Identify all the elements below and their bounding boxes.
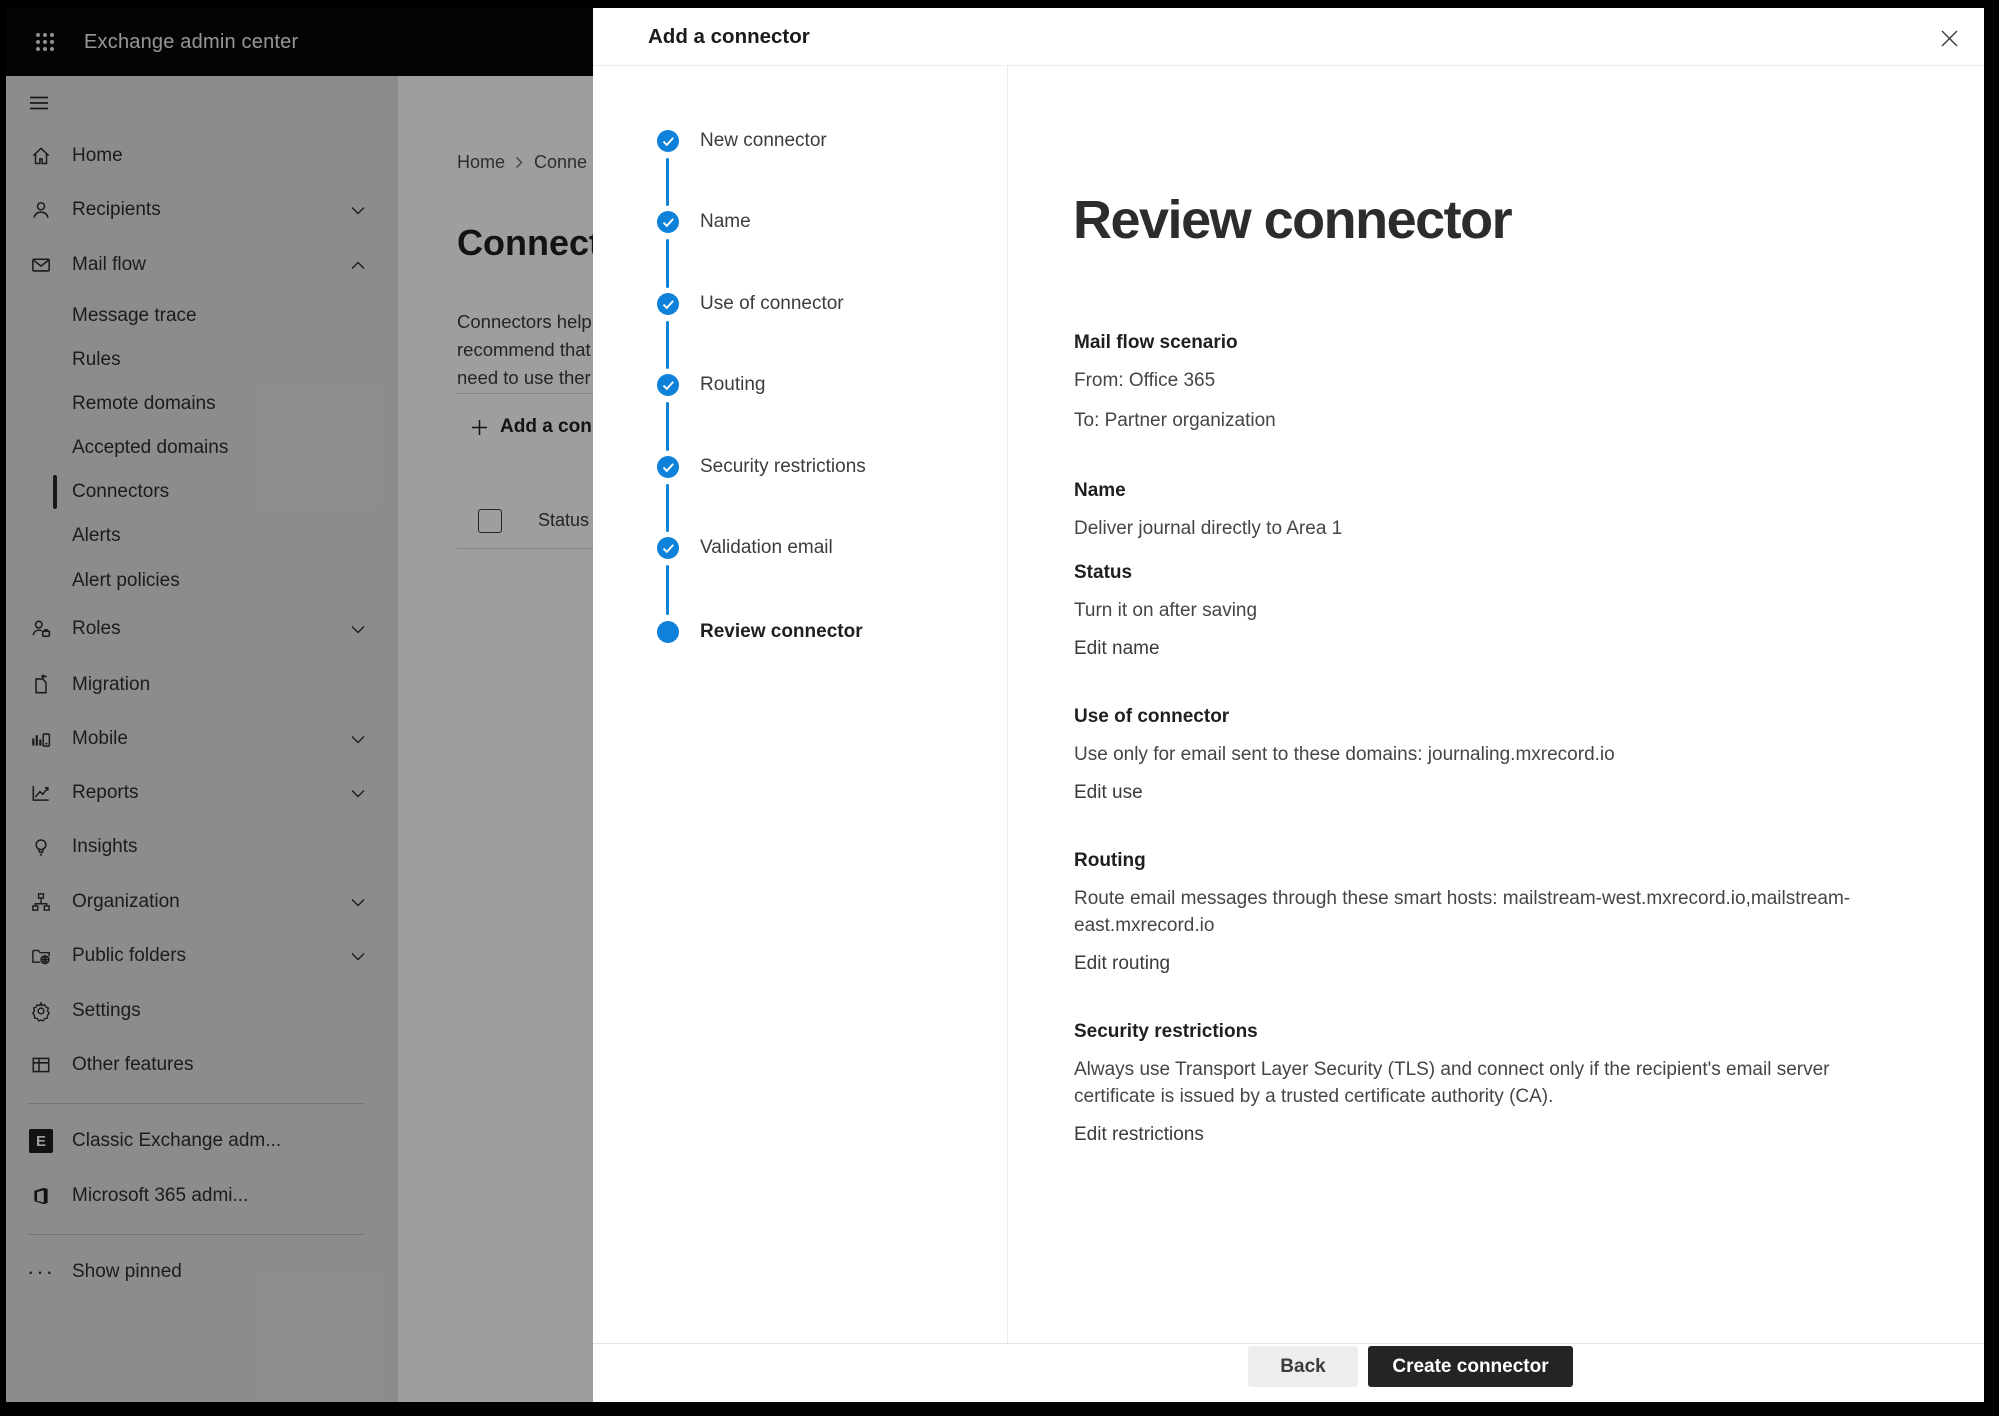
step-label-name[interactable]: Name xyxy=(700,210,751,234)
check-icon xyxy=(662,136,675,147)
check-icon xyxy=(662,380,675,391)
footer-divider xyxy=(593,1343,1984,1344)
step-label-routing[interactable]: Routing xyxy=(700,373,766,397)
step-new-connector[interactable] xyxy=(657,130,679,152)
step-label-use-of-connector[interactable]: Use of connector xyxy=(700,292,844,316)
panel-header: Add a connector xyxy=(593,8,1984,65)
edit-restrictions-link[interactable]: Edit restrictions xyxy=(1074,1124,1204,1146)
step-routing[interactable] xyxy=(657,374,679,396)
section-title: Name xyxy=(1074,476,1862,502)
create-connector-button[interactable]: Create connector xyxy=(1368,1346,1573,1387)
section-title: Routing xyxy=(1074,846,1862,872)
edit-name-link[interactable]: Edit name xyxy=(1074,638,1160,660)
section-status: Status Turn it on after saving Edit name xyxy=(1074,558,1862,660)
step-connector-line xyxy=(666,321,669,369)
section-use-of-connector: Use of connector Use only for email sent… xyxy=(1074,702,1862,804)
section-line: Use only for email sent to these domains… xyxy=(1074,741,1862,768)
section-routing: Routing Route email messages through the… xyxy=(1074,846,1862,975)
section-line: To: Partner organization xyxy=(1074,407,1862,434)
edit-use-link[interactable]: Edit use xyxy=(1074,782,1143,804)
check-icon xyxy=(662,299,675,310)
review-body: Mail flow scenario From: Office 365 To: … xyxy=(1074,328,1862,1146)
check-icon xyxy=(662,217,675,228)
section-title: Status xyxy=(1074,558,1862,584)
step-security-restrictions[interactable] xyxy=(657,456,679,478)
divider xyxy=(1007,66,1008,1343)
back-button[interactable]: Back xyxy=(1248,1346,1358,1387)
section-line: Route email messages through these smart… xyxy=(1074,885,1862,939)
section-line: Always use Transport Layer Security (TLS… xyxy=(1074,1056,1862,1110)
step-review-connector[interactable] xyxy=(657,621,679,643)
step-label-new-connector[interactable]: New connector xyxy=(700,129,827,153)
step-validation-email[interactable] xyxy=(657,537,679,559)
close-button[interactable] xyxy=(1934,23,1964,53)
panel-title: Add a connector xyxy=(648,8,810,65)
section-mail-flow-scenario: Mail flow scenario From: Office 365 To: … xyxy=(1074,328,1862,434)
step-connector-line xyxy=(666,565,669,615)
step-connector-line xyxy=(666,402,669,451)
step-label-validation-email[interactable]: Validation email xyxy=(700,536,833,560)
section-title: Mail flow scenario xyxy=(1074,328,1862,354)
section-line: Deliver journal directly to Area 1 xyxy=(1074,515,1862,542)
section-line: Turn it on after saving xyxy=(1074,597,1862,624)
section-title: Use of connector xyxy=(1074,702,1862,728)
section-security-restrictions: Security restrictions Always use Transpo… xyxy=(1074,1017,1862,1146)
step-connector-line xyxy=(666,158,669,206)
step-name[interactable] xyxy=(657,211,679,233)
check-icon xyxy=(662,462,675,473)
section-line: From: Office 365 xyxy=(1074,367,1862,394)
step-use-of-connector[interactable] xyxy=(657,293,679,315)
close-icon xyxy=(1940,29,1959,48)
step-connector-line xyxy=(666,239,669,288)
check-icon xyxy=(662,543,675,554)
add-connector-panel: Add a connector New connector Name Use o… xyxy=(593,8,1984,1402)
step-label-review-connector: Review connector xyxy=(700,620,863,644)
step-label-security-restrictions[interactable]: Security restrictions xyxy=(700,455,866,479)
screen: Exchange admin center Home Recipients Ma… xyxy=(6,8,1984,1402)
section-name: Name Deliver journal directly to Area 1 xyxy=(1074,476,1862,542)
step-connector-line xyxy=(666,484,669,532)
edit-routing-link[interactable]: Edit routing xyxy=(1074,953,1170,975)
section-title: Security restrictions xyxy=(1074,1017,1862,1043)
divider xyxy=(593,65,1984,66)
review-heading: Review connector xyxy=(1073,188,1511,252)
